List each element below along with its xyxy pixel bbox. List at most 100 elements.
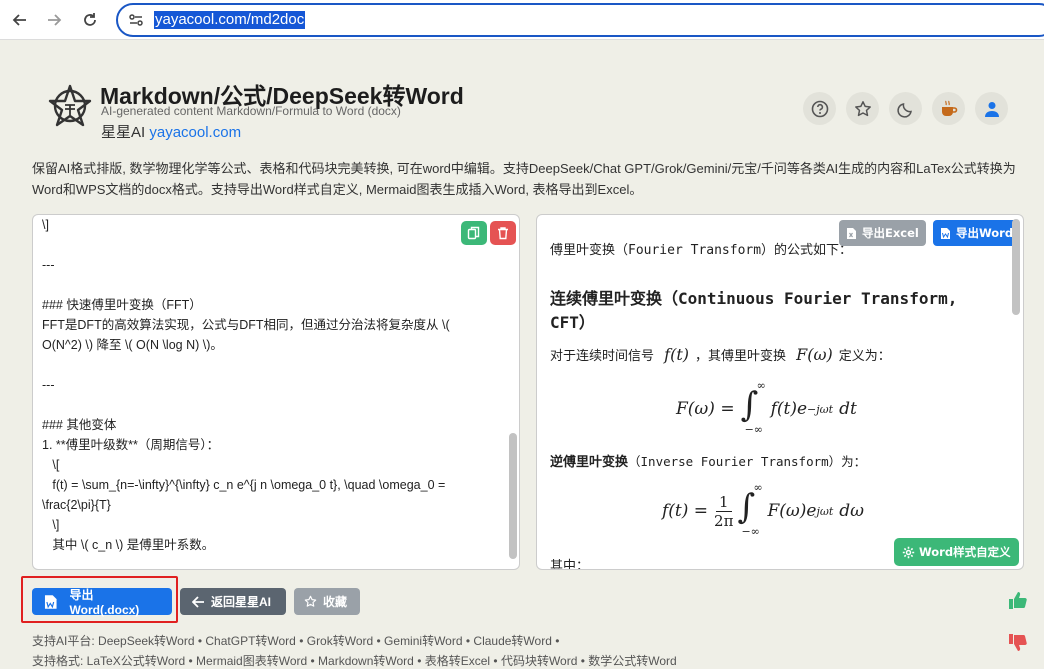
footer-link[interactable]: • ChatGPT转Word <box>195 634 296 648</box>
text-segment: 对于连续时间信号 <box>550 349 655 364</box>
editor-line: \[ <box>42 458 60 472</box>
preview-where: 其中： <box>550 559 590 570</box>
preview-heading-line2: CFT） <box>550 313 595 332</box>
editor-line: \] <box>42 218 49 232</box>
brand-link[interactable]: yayacool.com <box>149 124 241 141</box>
fraction: 1 2π <box>714 493 733 530</box>
separator: • <box>551 634 560 648</box>
editor-line: f(t) = \sum_{n=-\infty}^{\infty} c_n e^{… <box>42 478 446 492</box>
site-settings-icon[interactable] <box>128 12 144 28</box>
preview-scrollbar[interactable] <box>1012 219 1020 315</box>
preview-continuous-text: 对于连续时间信号 f(t) ，其傅里叶变换 F(ω) 定义为： <box>550 345 891 364</box>
math-f-t: f(t) <box>664 345 689 364</box>
moon-icon[interactable] <box>889 92 922 125</box>
back-label: 返回星星AI <box>211 595 272 609</box>
footer-link[interactable]: • Claude转Word <box>463 634 552 648</box>
editor-line: 1. **傅里叶级数**（周期信号）： <box>42 438 220 452</box>
thumbs-down-icon[interactable] <box>1008 632 1030 654</box>
address-bar[interactable]: yayacool.com/md2doc <box>116 3 1044 37</box>
footer-label: 支持AI平台: <box>32 634 95 648</box>
formula-inverse: f(t) = 1 2π ∫ ∞ −∞ F(ω)e jωt dω <box>662 481 864 539</box>
editor-text[interactable]: \] --- ### 快速傅里叶变换（FFT） FFT是DFT的高效算法实现，公式… <box>42 215 504 555</box>
user-avatar-icon[interactable] <box>975 92 1008 125</box>
footer-formats: 支持格式: LaTeX公式转Word • Mermaid图表转Word • Ma… <box>32 652 677 669</box>
editor-line: O(N^2) \) 降至 \( O(N \log N) \)。 <box>42 338 223 352</box>
formula-differential: dω <box>839 501 864 521</box>
integral-lower: −∞ <box>744 423 763 436</box>
copy-icon <box>467 226 480 240</box>
footer-link[interactable]: • Gemini转Word <box>373 634 463 648</box>
coffee-icon[interactable] <box>932 92 965 125</box>
thumbs-up-icon[interactable] <box>1008 591 1030 613</box>
fraction-denominator: 2π <box>714 511 734 530</box>
formula-forward: F(ω) = ∫ ∞ −∞ f(t)e −jωt dt <box>676 379 857 437</box>
export-excel-label: 导出Excel <box>862 226 919 240</box>
help-icon[interactable] <box>803 92 836 125</box>
integral-sign: ∫ ∞ −∞ <box>737 481 763 538</box>
editor-line: ### 快速傅里叶变换（FFT） <box>42 298 202 312</box>
browser-toolbar: yayacool.com/md2doc <box>0 0 1044 40</box>
math-F-omega: F(ω) <box>796 345 833 364</box>
word-style-customize-button[interactable]: Word样式自定义 <box>894 538 1019 566</box>
file-word-icon <box>941 227 950 239</box>
back-button[interactable]: 返回星星AI <box>180 588 286 615</box>
editor-line: --- <box>42 378 55 392</box>
editor-scrollbar[interactable] <box>509 433 517 559</box>
editor-line: 其中 \( c_n \) 是傅里叶系数。 <box>42 538 215 552</box>
page-description: 保留AI格式排版, 数学物理化学等公式、表格和代码块完美转换, 可在word中编… <box>32 161 1016 197</box>
preview-inverse-text: 逆傅里叶变换（Inverse Fourier Transform）为： <box>550 451 866 470</box>
formula-body: f(t)e <box>770 399 808 419</box>
page-subtitle: AI-generated content Markdown/Formula to… <box>101 104 401 118</box>
inverse-bold: 逆傅里叶变换 <box>550 455 629 470</box>
export-excel-button[interactable]: 导出Excel <box>839 220 926 246</box>
text-segment: ，其傅里叶变换 <box>695 349 787 364</box>
integral-lower: −∞ <box>741 525 760 538</box>
footer-platforms: 支持AI平台: DeepSeek转Word • ChatGPT转Word • G… <box>32 632 559 649</box>
formula-exponent: jωt <box>816 504 834 518</box>
formula-lhs: F(ω) = <box>676 399 735 419</box>
fraction-numerator: 1 <box>715 493 732 512</box>
editor-line: \] <box>42 518 60 532</box>
favorite-button[interactable]: 收藏 <box>294 588 360 615</box>
back-arrow-icon[interactable] <box>8 8 32 32</box>
brand-name: 星星AI <box>101 124 146 141</box>
header-icon-group <box>803 92 1008 125</box>
clear-button[interactable] <box>490 221 516 245</box>
integral-upper: ∞ <box>753 481 763 494</box>
star-icon[interactable] <box>846 92 879 125</box>
editor-line: \frac{2\pi}{T} <box>42 498 111 512</box>
url-text[interactable]: yayacool.com/md2doc <box>154 11 306 29</box>
preview-panel: 傅里叶变换（Fourier Transform）的公式如下： 连续傅里叶变换（C… <box>536 214 1024 570</box>
preview-heading-line1: 连续傅里叶变换（Continuous Fourier Transform, <box>550 289 958 308</box>
arrow-left-icon <box>192 595 204 608</box>
inverse-rest: （Inverse Fourier Transform）为： <box>628 454 867 469</box>
footer-link[interactable]: • Grok转Word <box>296 634 373 648</box>
editor-line: --- <box>42 258 55 272</box>
trash-icon <box>498 227 508 240</box>
footer-link[interactable]: DeepSeek转Word <box>95 634 195 648</box>
markdown-editor[interactable]: \] --- ### 快速傅里叶变换（FFT） FFT是DFT的高效算法实现，公式… <box>32 214 520 570</box>
text-segment: 定义为： <box>838 349 891 364</box>
editor-line: FFT是DFT的高效算法实现，公式与DFT相同，但通过分治法将复杂度从 \( <box>42 318 450 332</box>
formula-differential: dt <box>839 399 857 419</box>
gear-icon <box>902 546 915 558</box>
export-word-label: 导出Word <box>956 226 1014 240</box>
star-outline-icon <box>304 595 317 607</box>
star-logo-icon <box>48 84 92 128</box>
favorite-label: 收藏 <box>323 595 348 609</box>
formula-lhs: f(t) = <box>662 501 709 521</box>
export-word-button[interactable]: 导出Word <box>933 220 1021 246</box>
file-excel-icon <box>847 227 856 239</box>
integral-sign: ∫ ∞ −∞ <box>740 379 766 436</box>
forward-arrow-icon[interactable] <box>42 8 66 32</box>
copy-button[interactable] <box>461 221 487 245</box>
reload-icon[interactable] <box>78 8 102 32</box>
brand-line: 星星AI yayacool.com <box>101 121 241 142</box>
preview-intro: 傅里叶变换（Fourier Transform）的公式如下： <box>550 243 853 258</box>
formula-exponent: −jωt <box>807 402 834 416</box>
integral-upper: ∞ <box>756 379 766 392</box>
